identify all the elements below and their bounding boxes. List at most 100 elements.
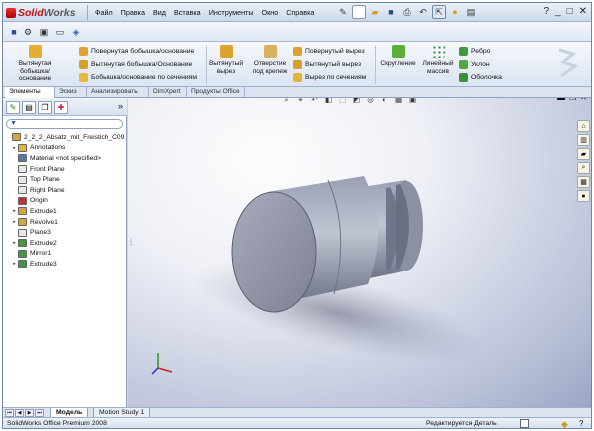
expand-arrow-icon[interactable]: ▸ bbox=[11, 219, 18, 225]
revolve-boss-button[interactable]: Повернутая бобышка/основание bbox=[79, 47, 194, 56]
minimize-button[interactable]: _ bbox=[555, 6, 561, 17]
bottom-tabs: ⏮ ◀ ▶ ⏭ Модель Motion Study 1 bbox=[3, 407, 591, 418]
configuration-manager-tab-icon[interactable]: ❐ bbox=[38, 101, 52, 114]
tree-filter-input[interactable]: ▼ bbox=[6, 119, 123, 129]
units-icon[interactable] bbox=[520, 419, 529, 428]
next-tab-icon[interactable]: ▶ bbox=[25, 409, 34, 417]
menu-view[interactable]: Вид bbox=[149, 6, 170, 19]
rebuild-green-icon[interactable]: ⚙ bbox=[21, 25, 35, 39]
extruded-cut-icon bbox=[219, 45, 233, 58]
tree-item-label: Mirror1 bbox=[30, 250, 52, 258]
fillet-button[interactable]: Скругление bbox=[378, 45, 418, 68]
menu-edit[interactable]: Правка bbox=[117, 6, 149, 19]
document-icon[interactable]: ▭ bbox=[53, 25, 67, 39]
menu-insert[interactable]: Вставка bbox=[170, 6, 205, 19]
status-product: SolidWorks Office Premium 2008 bbox=[7, 420, 107, 427]
tree-item[interactable]: ▸ Extrude1 bbox=[5, 206, 125, 217]
new-document-icon[interactable] bbox=[352, 5, 366, 19]
select-icon[interactable]: ⇱ bbox=[432, 5, 446, 19]
tree-root-part[interactable]: 2_2_2_Absatz_mit_Freistich_C09 bbox=[5, 132, 125, 143]
rebuild-status-icon[interactable]: ◆ bbox=[561, 419, 568, 428]
help-button[interactable]: ? bbox=[543, 6, 549, 17]
feature-icon bbox=[18, 175, 27, 184]
tree-item-label: Right Plane bbox=[30, 186, 65, 194]
swept-cut-button[interactable]: Вытянутый вырез bbox=[293, 60, 361, 69]
file-explorer-icon[interactable]: ▰ bbox=[577, 148, 590, 160]
link-icon[interactable]: ◈ bbox=[69, 25, 83, 39]
tree-item-label: Origin bbox=[30, 197, 48, 205]
hole-wizard-button[interactable]: Отверстие под крепеж bbox=[251, 45, 289, 75]
pin-icon[interactable]: ✎ bbox=[336, 5, 350, 19]
expand-arrow-icon[interactable]: ▸ bbox=[11, 261, 18, 267]
property-manager-tab-icon[interactable]: ▤ bbox=[22, 101, 36, 114]
hole-wizard-icon bbox=[263, 45, 277, 58]
tab-office-products[interactable]: Продукты Office bbox=[187, 87, 245, 98]
dimxpert-manager-tab-icon[interactable]: ✚ bbox=[54, 101, 68, 114]
title-menu-bar: Solid Works Файл Правка Вид Вставка Инстр… bbox=[3, 3, 591, 22]
solidworks-ds-watermark-icon bbox=[558, 48, 579, 78]
linear-pattern-button[interactable]: Линейный массив bbox=[421, 45, 455, 75]
feature-manager-tab-icon[interactable]: ✎ bbox=[6, 101, 20, 114]
extrude-boss-icon bbox=[28, 45, 42, 58]
tree-item-label: Front Plane bbox=[30, 165, 65, 173]
prev-tab-icon[interactable]: ◀ bbox=[15, 409, 24, 417]
menu-window[interactable]: Окно bbox=[258, 6, 283, 19]
shell-button[interactable]: Оболочка bbox=[459, 73, 502, 82]
menu-file[interactable]: Файл bbox=[91, 6, 117, 19]
tab-evaluate[interactable]: Анализировать bbox=[87, 87, 149, 98]
tab-sketch[interactable]: Эскиз bbox=[55, 87, 87, 98]
loft-boss-button[interactable]: Бобышка/основание по сечениям bbox=[79, 73, 197, 82]
tree-item[interactable]: Plane3 bbox=[5, 227, 125, 238]
open-folder-icon[interactable]: ▰ bbox=[368, 5, 382, 19]
revolved-cut-button[interactable]: Повернутый вырез bbox=[293, 47, 365, 56]
tab-dimxpert[interactable]: DimXpert bbox=[149, 87, 187, 98]
tree-item[interactable]: ▸ Extrude2 bbox=[5, 238, 125, 249]
menu-help[interactable]: Справка bbox=[282, 6, 318, 19]
extrude-boss-button[interactable]: Вытянутая бобышка/основание bbox=[9, 45, 61, 83]
tree-item[interactable]: Material <not specified> bbox=[5, 153, 125, 164]
view-palette-icon[interactable]: ▦ bbox=[577, 176, 590, 188]
last-tab-icon[interactable]: ⏭ bbox=[35, 409, 44, 417]
save-icon[interactable]: ■ bbox=[384, 5, 398, 19]
panel-collapse-handle[interactable]: ⋮ bbox=[128, 239, 134, 253]
help-status-icon[interactable]: ? bbox=[579, 419, 583, 428]
menu-tools[interactable]: Инструменты bbox=[205, 6, 258, 19]
fillet-icon bbox=[391, 45, 405, 58]
solidworks-resources-icon[interactable]: ⌂ bbox=[577, 120, 590, 132]
appearances-icon[interactable]: ● bbox=[577, 190, 590, 202]
hole-wizard-label: Отверстие под крепеж bbox=[252, 60, 288, 75]
solidworks-logo[interactable]: Solid Works bbox=[6, 5, 84, 20]
tree-item[interactable]: Mirror1 bbox=[5, 249, 125, 260]
swept-boss-button[interactable]: Вытянутая бобышка/Основание bbox=[79, 60, 192, 69]
options-icon[interactable]: ▤ bbox=[464, 5, 478, 19]
tree-item[interactable]: Front Plane bbox=[5, 164, 125, 175]
feature-manager-panel: ✎ ▤ ❐ ✚ » ▼ 2_2_2_Absatz_mit_Freistich_C… bbox=[3, 98, 127, 407]
search-icon[interactable]: ⌕ bbox=[577, 162, 590, 174]
tree-item[interactable]: ▸ Annotations bbox=[5, 143, 125, 154]
first-tab-icon[interactable]: ⏮ bbox=[5, 409, 14, 417]
print-icon[interactable]: ⎙ bbox=[400, 5, 414, 19]
graphics-viewport[interactable]: ⌕ ⌖ ↶ ◧ ⬚ ◩ ◎ ◐ ▦ ▣ ▬ ❐ ✕ bbox=[128, 98, 591, 407]
rebuild-icon[interactable]: ● bbox=[448, 5, 462, 19]
design-library-icon[interactable]: ▥ bbox=[577, 134, 590, 146]
undo-icon[interactable]: ↶ bbox=[416, 5, 430, 19]
feature-icon bbox=[18, 165, 27, 174]
close-button[interactable]: ✕ bbox=[579, 6, 587, 17]
tree-item[interactable]: Top Plane bbox=[5, 174, 125, 185]
draft-button[interactable]: Уклон bbox=[459, 60, 490, 69]
tab-features[interactable]: Элементы bbox=[5, 87, 55, 98]
expand-arrow-icon[interactable]: ▸ bbox=[11, 208, 18, 214]
properties-icon[interactable]: ▣ bbox=[37, 25, 51, 39]
tree-item[interactable]: Right Plane bbox=[5, 185, 125, 196]
expand-arrow-icon[interactable]: ▸ bbox=[11, 240, 18, 246]
loft-cut-button[interactable]: Вырез по сечениям bbox=[293, 73, 366, 82]
save-icon[interactable]: ■ bbox=[7, 25, 21, 39]
tree-item[interactable]: ▸ Revolve1 bbox=[5, 217, 125, 228]
tree-item[interactable]: ▸ Extrude3 bbox=[5, 259, 125, 270]
maximize-button[interactable]: □ bbox=[567, 6, 573, 17]
extruded-cut-button[interactable]: Вытянутый вырез bbox=[209, 45, 243, 75]
expand-arrow-icon[interactable]: ▸ bbox=[11, 145, 18, 151]
rib-button[interactable]: Ребро bbox=[459, 47, 490, 56]
expand-tabs-icon[interactable]: » bbox=[118, 101, 123, 111]
tree-item[interactable]: Origin bbox=[5, 196, 125, 207]
